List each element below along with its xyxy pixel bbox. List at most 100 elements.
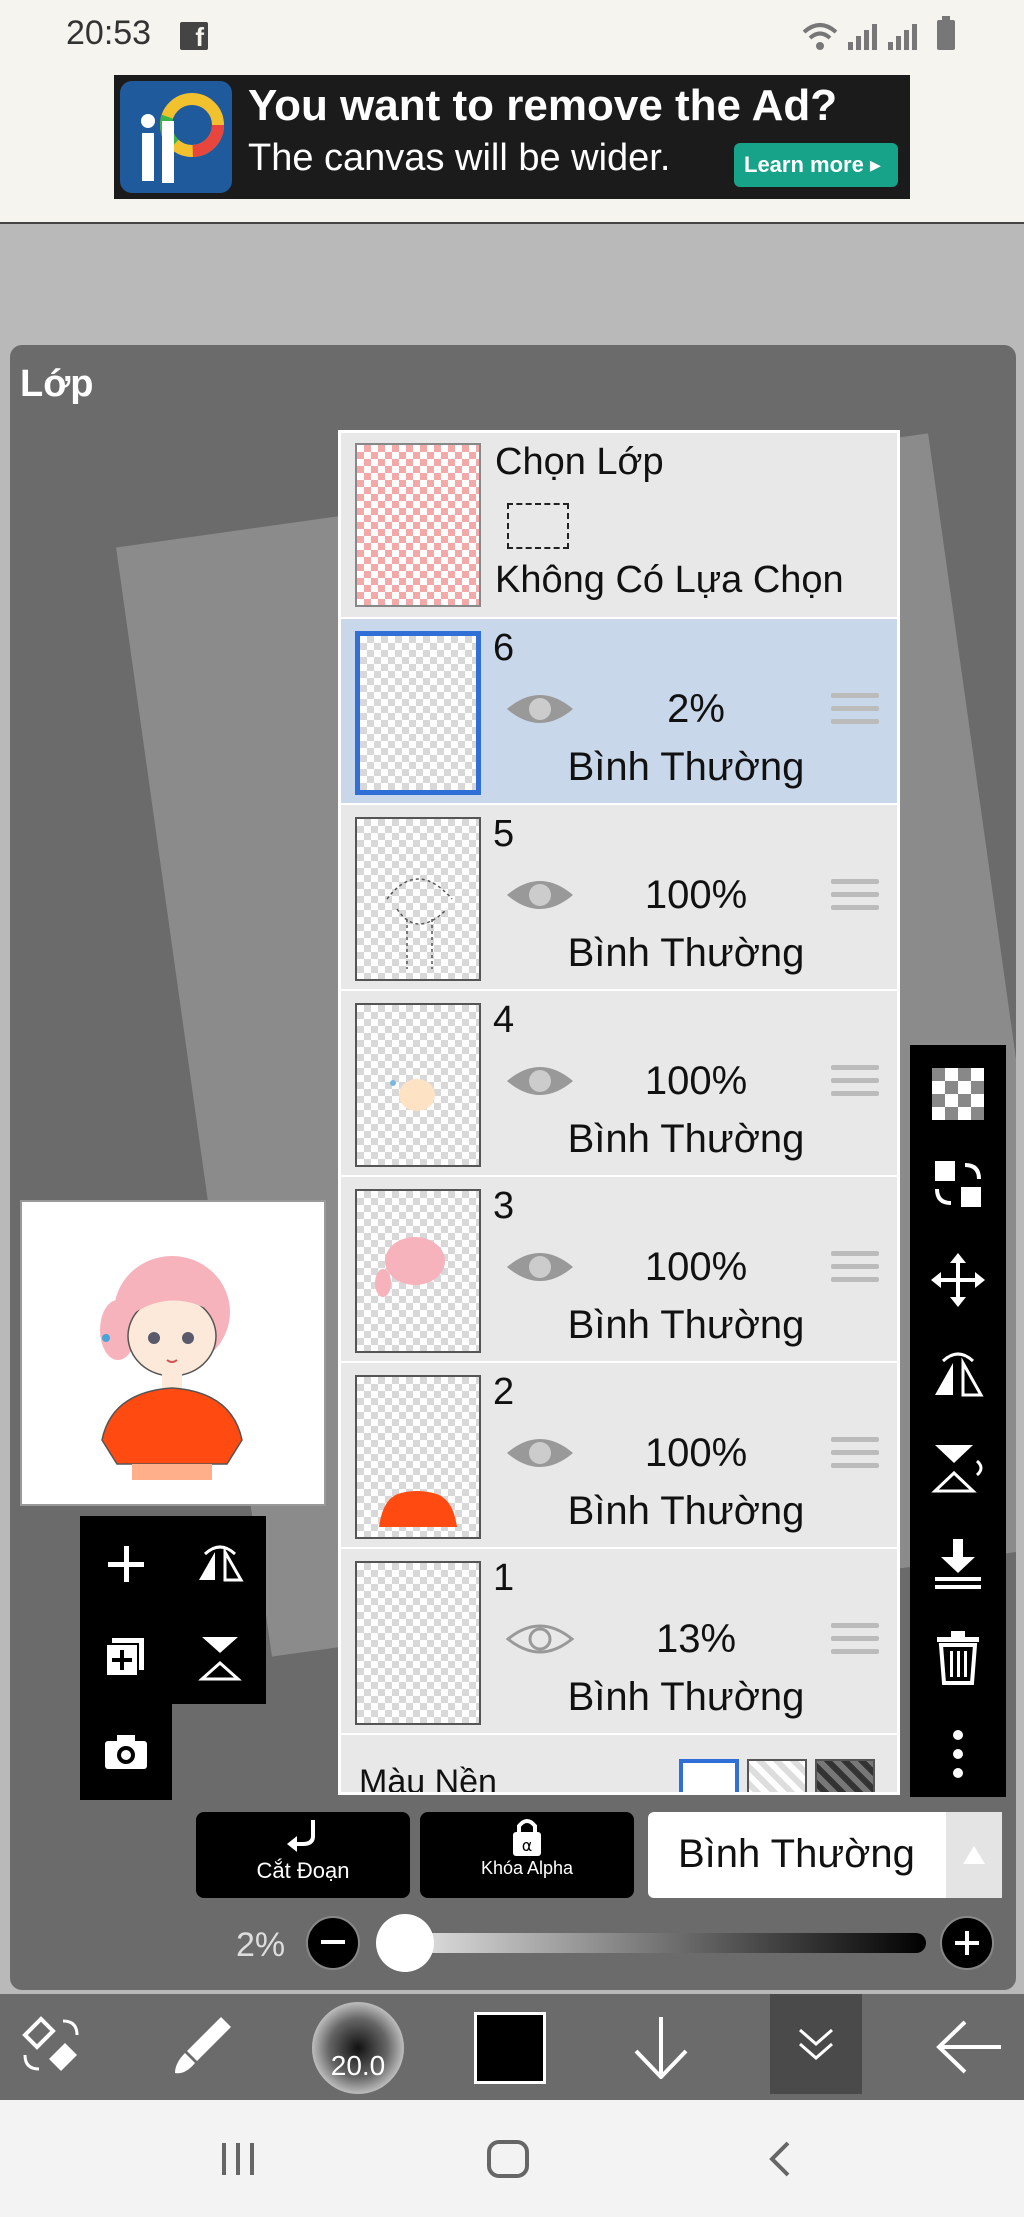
recent-apps-icon[interactable]	[208, 2134, 268, 2184]
opacity-increase-button[interactable]	[940, 1916, 994, 1970]
layer-number: 1	[493, 1557, 515, 1599]
alpha-lock-button[interactable]: α Khóa Alpha	[420, 1812, 634, 1898]
ad-headline: You want to remove the Ad?	[248, 81, 838, 130]
add-layer-button[interactable]	[96, 1534, 156, 1594]
clipping-label: Cắt Đoạn	[256, 1858, 350, 1883]
layer-number: 3	[493, 1185, 515, 1227]
learn-more-button[interactable]: Learn more ▸	[734, 143, 898, 187]
visibility-eye-icon[interactable]	[505, 873, 575, 917]
layer-row-5[interactable]: 5 100% Bình Thường	[341, 805, 897, 991]
opacity-decrease-button[interactable]	[306, 1916, 360, 1970]
signal-icon	[846, 20, 880, 52]
dropdown-arrow-icon[interactable]	[946, 1812, 1002, 1898]
layer-number: 5	[493, 813, 515, 855]
layer-row-3[interactable]: 3 100% Bình Thường	[341, 1177, 897, 1363]
opacity-slider-track[interactable]	[420, 1933, 926, 1953]
camera-icon[interactable]	[96, 1722, 156, 1782]
lock-icon: α	[513, 1819, 541, 1856]
clipping-button[interactable]: Cắt Đoạn	[196, 1812, 410, 1898]
signal-icon-2	[886, 20, 920, 52]
selection-layer-row[interactable]: Chọn Lớp Không Có Lựa Chọn	[341, 433, 897, 619]
blend-mode-value: Bình Thường	[678, 1832, 915, 1876]
transparency-checker-icon[interactable]	[924, 1060, 992, 1128]
selection-thumbnail	[355, 443, 481, 607]
visibility-eye-outline-icon[interactable]	[505, 1617, 575, 1661]
flip-vertical-layer-icon[interactable]	[924, 1434, 992, 1502]
background-color-row[interactable]: Màu Nền	[341, 1747, 897, 1795]
down-arrow-icon[interactable]	[626, 2010, 696, 2084]
layer-thumbnail	[355, 1375, 481, 1539]
canvas-preview[interactable]	[20, 1200, 326, 1506]
drag-handle-icon[interactable]	[831, 1437, 879, 1476]
bg-white-option[interactable]	[679, 1759, 739, 1792]
trash-icon[interactable]	[924, 1624, 992, 1692]
layer-blend-mode: Bình Thường	[567, 1117, 805, 1161]
alpha-lock-label: Khóa Alpha	[480, 1858, 574, 1878]
layer-list: Chọn Lớp Không Có Lựa Chọn 6 2% Bình Thư…	[338, 430, 900, 1795]
selection-title: Chọn Lớp	[495, 441, 664, 483]
duplicate-layer-button[interactable]	[96, 1628, 156, 1688]
layer-thumbnail	[355, 817, 481, 981]
ad-banner[interactable]: You want to remove the Ad? The canvas wi…	[114, 75, 910, 199]
ibispaint-logo-icon	[120, 81, 232, 193]
brush-size-indicator[interactable]: 20.0	[312, 2002, 404, 2094]
layer-row-2[interactable]: 2 100% Bình Thường	[341, 1363, 897, 1549]
layer-number: 6	[493, 627, 515, 669]
ad-subtext: The canvas will be wider.	[248, 137, 671, 179]
opacity-label: 2%	[236, 1926, 286, 1964]
layer-blend-mode: Bình Thường	[567, 1675, 805, 1719]
swap-layers-icon[interactable]	[924, 1150, 992, 1218]
brush-size-value: 20.0	[330, 2050, 386, 2081]
wifi-icon	[800, 20, 840, 52]
layer-row-6[interactable]: 6 2% Bình Thường	[341, 619, 897, 805]
bg-transparent-option[interactable]	[747, 1759, 807, 1792]
svg-text:α: α	[522, 1836, 533, 1855]
layer-thumbnail	[355, 631, 481, 795]
layer-row-4[interactable]: 4 100% Bình Thường	[341, 991, 897, 1177]
layer-opacity: 100%	[644, 1245, 748, 1289]
back-arrow-icon[interactable]	[930, 2010, 1006, 2084]
layer-blend-mode: Bình Thường	[567, 1303, 805, 1347]
background-color-label: Màu Nền	[359, 1763, 497, 1795]
brush-icon[interactable]	[168, 2010, 238, 2080]
layer-opacity: 13%	[655, 1617, 737, 1661]
layer-thumbnail	[355, 1189, 481, 1353]
layer-window-title: Lớp	[20, 363, 94, 405]
layer-row-1[interactable]: 1 13% Bình Thường	[341, 1549, 897, 1735]
layer-number: 2	[493, 1371, 515, 1413]
character-drawing	[100, 1256, 243, 1480]
layer-number: 4	[493, 999, 515, 1041]
flip-vertical-icon[interactable]	[190, 1628, 250, 1688]
visibility-eye-icon[interactable]	[505, 687, 575, 731]
layer-opacity: 2%	[667, 687, 725, 731]
flip-horizontal-icon[interactable]	[190, 1534, 250, 1594]
visibility-eye-icon[interactable]	[505, 1059, 575, 1103]
visibility-eye-icon[interactable]	[505, 1245, 575, 1289]
back-icon[interactable]	[750, 2134, 810, 2184]
layer-opacity: 100%	[644, 1431, 748, 1475]
drag-handle-icon[interactable]	[831, 1623, 879, 1662]
merge-down-icon[interactable]	[924, 1528, 992, 1596]
facebook-notification-icon: f	[180, 22, 208, 52]
layer-thumbnail	[355, 1003, 481, 1167]
opacity-slider-thumb[interactable]	[376, 1914, 434, 1972]
move-icon[interactable]	[924, 1246, 992, 1314]
home-icon[interactable]	[478, 2134, 538, 2184]
layer-blend-mode: Bình Thường	[567, 931, 805, 975]
bg-dark-option[interactable]	[815, 1759, 875, 1792]
status-time: 20:53	[66, 14, 152, 52]
drag-handle-icon[interactable]	[831, 693, 879, 732]
drag-handle-icon[interactable]	[831, 1065, 879, 1104]
layer-opacity: 100%	[644, 1059, 748, 1103]
more-options-icon[interactable]	[924, 1720, 992, 1788]
flip-horizontal-layer-icon[interactable]	[924, 1340, 992, 1408]
drag-handle-icon[interactable]	[831, 1251, 879, 1290]
drag-handle-icon[interactable]	[831, 879, 879, 918]
blend-mode-select[interactable]: Bình Thường	[648, 1812, 1002, 1898]
color-swatch[interactable]	[474, 2012, 546, 2084]
layer-opacity: 100%	[644, 873, 748, 917]
layer-panel-toggle-icon[interactable]	[770, 1994, 862, 2094]
visibility-eye-icon[interactable]	[505, 1431, 575, 1475]
selection-status: Không Có Lựa Chọn	[495, 559, 844, 601]
tool-switch-icon[interactable]	[16, 2010, 86, 2080]
